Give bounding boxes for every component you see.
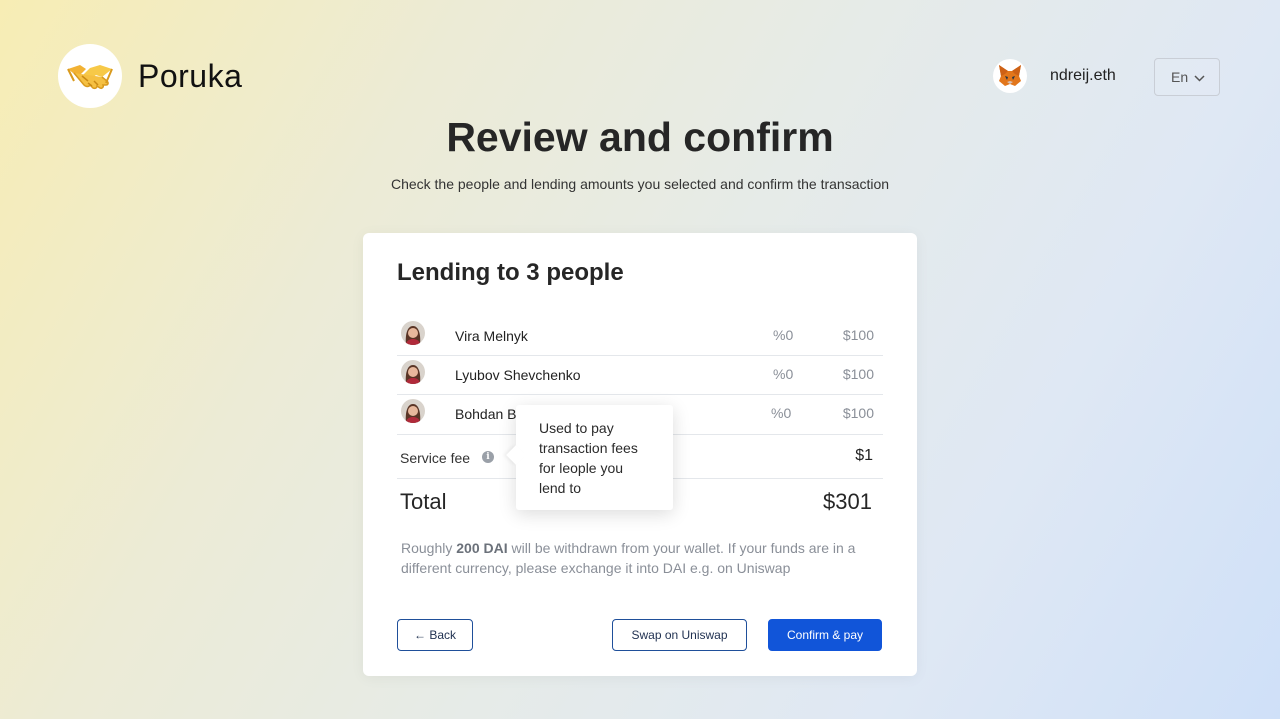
service-fee-label: Service fee bbox=[400, 450, 471, 466]
tooltip-line: transaction fees bbox=[539, 440, 638, 456]
back-button[interactable]: ← Back bbox=[397, 619, 473, 651]
language-select[interactable]: En bbox=[1154, 58, 1220, 96]
service-fee-amount: $1 bbox=[855, 447, 873, 464]
borrower-amount: $100 bbox=[842, 327, 874, 343]
tooltip-line: lend to bbox=[539, 480, 582, 496]
handshake-icon bbox=[58, 44, 122, 108]
borrower-amount: $100 bbox=[842, 366, 874, 382]
note-prefix: Roughly bbox=[401, 540, 457, 556]
avatar bbox=[401, 399, 425, 423]
borrower-name: Lyubov Shevchenko bbox=[455, 367, 581, 383]
account-name: ndreij.eth bbox=[1050, 67, 1116, 84]
confirm-pay-button[interactable]: Confirm & pay bbox=[768, 619, 882, 651]
card-title: Lending to 3 people bbox=[397, 259, 624, 286]
borrower-amount: $100 bbox=[842, 405, 874, 421]
service-fee-tooltip: Used to pay transaction fees for leople … bbox=[506, 405, 673, 510]
borrower-rate: %0 bbox=[773, 327, 794, 343]
borrower-name: Bohdan B bbox=[455, 406, 517, 422]
avatar bbox=[401, 360, 425, 384]
info-icon[interactable]: i bbox=[482, 451, 494, 463]
note-highlight: 200 DAI bbox=[456, 540, 508, 556]
swap-uniswap-button[interactable]: Swap on Uniswap bbox=[612, 619, 747, 651]
borrower-rate: %0 bbox=[773, 366, 794, 382]
metamask-fox-icon bbox=[993, 59, 1027, 93]
tooltip-text: Used to pay transaction fees for leople … bbox=[539, 418, 655, 498]
chevron-down-icon bbox=[1194, 69, 1205, 85]
page-subtitle: Check the people and lending amounts you… bbox=[390, 176, 890, 192]
total-label: Total bbox=[400, 489, 447, 514]
language-value: En bbox=[1171, 69, 1189, 85]
borrower-row: Vira Melnyk %0 $100 bbox=[397, 317, 883, 356]
borrower-name: Vira Melnyk bbox=[455, 328, 528, 344]
avatar bbox=[401, 321, 425, 345]
tooltip-line: Used to pay bbox=[539, 420, 614, 436]
brand-logo[interactable]: Poruka bbox=[58, 44, 242, 108]
borrower-rate: %0 bbox=[771, 405, 792, 421]
tooltip-line: for leople you bbox=[539, 460, 624, 476]
account-menu[interactable]: ndreij.eth bbox=[993, 59, 1116, 93]
brand-name: Poruka bbox=[138, 57, 243, 94]
total-amount: $301 bbox=[823, 489, 872, 514]
withdrawal-note: Roughly 200 DAI will be withdrawn from y… bbox=[401, 538, 871, 578]
page-title: Review and confirm bbox=[446, 114, 834, 160]
borrower-row: Lyubov Shevchenko %0 $100 bbox=[397, 356, 883, 395]
